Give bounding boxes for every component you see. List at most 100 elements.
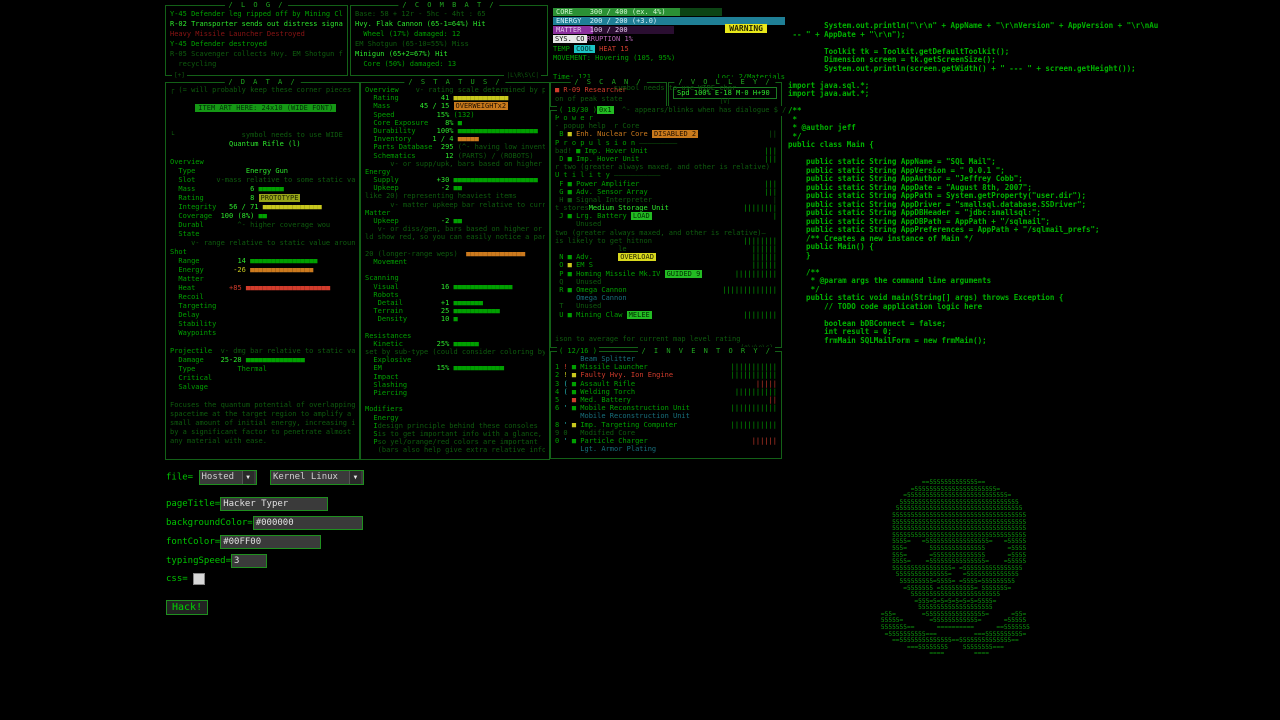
text-row: Overview v- rating scale determined by p…: [365, 86, 545, 94]
text-row: H ■ Signal Interpreter|: [555, 196, 777, 204]
font-color-label: fontColor=: [166, 537, 220, 547]
text-row: R-05 Scavenger collects Hvy. EM Shotgun …: [170, 49, 343, 59]
text-row: Core (50%) damaged: 13: [355, 59, 543, 69]
text-row: Terrain 25 ■■■■■■■■■■■: [365, 307, 545, 315]
hack-config-form: file= Hosted ▼ Kernel Linux ▼ pageTitle=…: [166, 470, 426, 615]
file-source-select[interactable]: Hosted ▼: [199, 470, 257, 485]
text-row: [365, 266, 545, 274]
text-row: v- or supp/upk, bars based on higher o: [365, 160, 545, 168]
chevron-down-icon: ▼: [349, 471, 361, 484]
status-lines: Overview v- rating scale determined by p…: [361, 83, 549, 459]
text-row: Detail +1 ■■■■■■■: [365, 299, 545, 307]
text-row: 5 ■ Med. Battery||: [555, 396, 777, 404]
hack-button[interactable]: Hack!: [166, 600, 208, 615]
background-color-label: backgroundColor=: [166, 518, 253, 528]
text-row: Modifiers: [365, 405, 545, 413]
text-row: ITEM ART HERE: 24x10 (WIDE FONT): [170, 104, 355, 113]
code-editor[interactable]: System.out.println("\r\n" + AppName + "\…: [788, 22, 1280, 345]
text-row: MOVEMENT: Hovering (105, 95%): [553, 54, 785, 64]
file-select[interactable]: Kernel Linux ▼: [270, 470, 364, 485]
text-row: └ symbol needs to use WIDE: [170, 131, 355, 140]
inventory-panel-title: / I N V E N T O R Y /: [638, 347, 775, 355]
text-row: Durabl ^- higher coverage wou: [170, 221, 355, 230]
text-row: 3 ( ■ Assault Rifle|||||: [555, 380, 777, 388]
text-row: Minigun (65+2=67%) Hit: [355, 49, 543, 59]
text-row: 1 ! ■ Missile Launcher|||||||||||: [555, 363, 777, 371]
text-row: SYS. CORRUPTION 1%: [553, 35, 785, 45]
text-row: Energy -26 ■■■■■■■■■■■■■■■: [170, 266, 355, 275]
text-row: EM 15% ■■■■■■■■■■■■: [365, 364, 545, 372]
text-row: set by sub-type (could consider coloring…: [365, 348, 545, 356]
text-row: Durability 100% ■■■■■■■■■■■■■■■■■■■: [365, 127, 545, 135]
text-row: (bars also help give extra relative info…: [365, 446, 545, 454]
volley-toggle[interactable]: [v]: [669, 99, 781, 105]
text-row: Type Energy Gun: [170, 167, 355, 176]
text-row: Supply +30 ■■■■■■■■■■■■■■■■■■■■: [365, 176, 545, 184]
background-color-row: backgroundColor=#000000: [166, 516, 426, 531]
text-row: two (greater always maxed, and other is …: [555, 229, 777, 237]
text-row: Speed 15% (132): [365, 111, 545, 119]
text-row: F ■ Power Amplifier|||: [555, 180, 777, 188]
text-row: Scanning: [365, 274, 545, 282]
text-row: Heat +85 ■■■■■■■■■■■■■■■■■■■■: [170, 284, 355, 293]
text-row: P r o p u l s i o n —————————: [555, 139, 777, 147]
hacker-typer-screen: / L O G / Y-45 Defender leg ripped off b…: [0, 0, 1280, 720]
inventory-count: ( 12/16 ): [557, 347, 599, 355]
text-row: Idesign principle behind these consoles: [365, 422, 545, 430]
core-status-panel: CORE 300 / 400 (ex. 4%)ENERGY 200 / 200 …: [553, 8, 785, 83]
text-row: Mass 6 ■■■■■■: [170, 185, 355, 194]
text-row: 6 ' ■ Mobile Reconstruction Unit||||||||…: [555, 404, 777, 412]
text-row: [170, 113, 355, 122]
text-row: Energy: [365, 168, 545, 176]
text-row: T Unused: [555, 302, 777, 310]
text-row: J ■ Lrg. Battery LOAD|: [555, 212, 777, 220]
text-row: Y-45 Defender leg ripped off by Mining C…: [170, 9, 343, 19]
text-row: on of peak state: [555, 95, 662, 104]
ascii-skull-art: ==5555555555555== =555555555555555555555…: [866, 480, 1030, 658]
text-row: Hvy. Flak Cannon (65-1=64%) Hit: [355, 19, 543, 29]
text-row: D ■ Imp. Hover Unit|||: [555, 155, 777, 163]
text-row: Omega Cannon: [555, 294, 777, 302]
text-row: Core Exposure 8% ■: [365, 119, 545, 127]
parts-panel: ( 18/30 )0x1 ^- appears/blinks when has …: [550, 110, 782, 348]
text-row: small amount of initial energy, increasi…: [170, 419, 355, 428]
text-row: is likely to get hitnon||||||||: [555, 237, 777, 245]
text-row: Resistances: [365, 332, 545, 340]
wide-char-note: symbol needs to use WIDE char: [614, 84, 736, 92]
typing-speed-label: typingSpeed=: [166, 556, 231, 566]
text-row: Delay: [170, 311, 355, 320]
text-row: Robots: [365, 291, 545, 299]
text-row: TEMP COOL HEAT 15: [553, 45, 785, 55]
chevron-down-icon: ▼: [242, 471, 254, 484]
text-row: 0 ' ■ Particle Charger||||||: [555, 437, 777, 445]
css-checkbox[interactable]: [193, 573, 205, 585]
css-label: css=: [166, 574, 188, 584]
text-row: Piercing: [365, 389, 545, 397]
text-row: Impact: [365, 373, 545, 381]
text-row: Matter: [365, 209, 545, 217]
data-lines: ┌ (= will probably keep these corner pie…: [166, 83, 359, 459]
text-row: Integrity 56 / 71 ■■■■■■■■■■■■■■: [170, 203, 355, 212]
log-lines: Y-45 Defender leg ripped off by Mining C…: [166, 6, 347, 75]
parts-lines: P o w e r- popup help r Core B ■ Enh. Nu…: [551, 111, 781, 347]
text-row: recycling: [170, 59, 343, 69]
text-row: Focuses the quantum potential of overlap…: [170, 401, 355, 410]
text-row: v- range relative to static value around…: [170, 239, 355, 248]
text-row: Upkeep -2 ■■: [365, 184, 545, 192]
text-row: Beam Splitter: [555, 355, 777, 363]
page-title-input[interactable]: Hacker Typer: [220, 497, 328, 511]
text-row: Mobile Reconstruction Unit: [555, 412, 777, 420]
typing-speed-input[interactable]: 3: [231, 554, 267, 568]
text-row: Inventory 1 / 4 ■■■■■: [365, 135, 545, 143]
inventory-lines: Beam Splitter1 ! ■ Missile Launcher|||||…: [551, 352, 781, 458]
file-value: Kernel Linux: [273, 472, 338, 482]
background-color-input[interactable]: #000000: [253, 516, 363, 530]
text-row: Overview: [170, 158, 355, 167]
parts-header: ( 18/30 )0x1 ^- appears/blinks when has …: [557, 106, 788, 116]
text-row: Pso yel/orange/red colors are important: [365, 438, 545, 446]
font-color-input[interactable]: #00FF00: [220, 535, 321, 549]
inventory-panel: ( 12/16 ) / I N V E N T O R Y / Beam Spl…: [550, 351, 782, 459]
text-row: [170, 149, 355, 158]
text-row: Visual 16 ■■■■■■■■■■■■■■: [365, 283, 545, 291]
text-row: any material with ease.: [170, 437, 355, 446]
